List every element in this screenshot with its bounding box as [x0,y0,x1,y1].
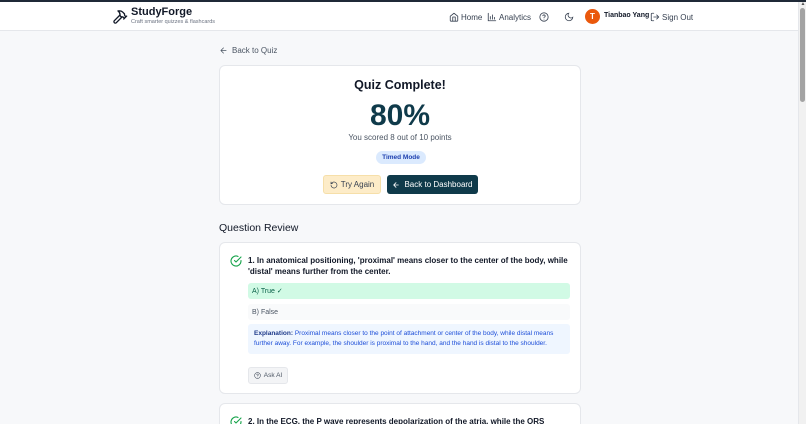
check-circle-icon [230,255,242,267]
bar-chart-icon [487,12,497,22]
question-card: 1. In anatomical positioning, 'proximal'… [219,242,581,394]
scrollbar[interactable]: ▲ [798,2,806,424]
scroll-up-arrow-icon[interactable]: ▲ [800,2,806,7]
nav-home[interactable]: Home [449,9,482,25]
scroll-thumb[interactable] [800,8,805,102]
mode-badge: Timed Mode [376,151,426,164]
back-to-quiz-label: Back to Quiz [232,46,278,55]
nav-analytics[interactable]: Analytics [487,9,531,25]
arrow-left-icon [393,181,400,188]
score-description: You scored 8 out of 10 points [348,133,452,142]
option-b: B) False [248,304,570,320]
moon-icon [564,12,574,22]
summary-title: Quiz Complete! [354,78,446,92]
sign-out-button[interactable]: Sign Out [650,9,693,25]
question-review-title: Question Review [219,222,299,234]
rotate-ccw-icon [330,181,338,188]
back-to-dashboard-button[interactable]: Back to Dashboard [387,175,478,194]
explanation-text: Proximal means closer to the point of at… [254,330,554,347]
explanation-box: Explanation: Proximal means closer to th… [248,324,570,354]
back-to-quiz-link[interactable]: Back to Quiz [219,46,277,55]
help-circle-icon [254,372,261,379]
back-to-dashboard-label: Back to Dashboard [404,180,473,189]
try-again-button[interactable]: Try Again [323,175,381,194]
home-icon [449,12,459,22]
help-button[interactable] [539,9,551,25]
user-name: Tianbao Yang [604,12,650,19]
help-circle-icon [539,12,549,22]
question-text: 1. In anatomical positioning, 'proximal'… [248,256,568,276]
ask-ai-button[interactable]: Ask AI [248,367,288,384]
score-percentage: 80% [369,99,431,132]
app-header: StudyForge Craft smarter quizzes & flash… [0,2,798,31]
log-out-icon [650,12,660,22]
brand[interactable]: StudyForge Craft smarter quizzes & flash… [112,6,215,26]
hammer-logo-icon [113,10,128,24]
nav-analytics-label: Analytics [499,12,532,22]
option-a-correct: A) True ✓ [248,283,570,299]
avatar[interactable]: T [585,9,600,24]
brand-tagline: Craft smarter quizzes & flashcards [131,19,216,25]
quiz-summary-card: Quiz Complete! 80% You scored 8 out of 1… [219,65,581,205]
theme-toggle[interactable] [564,9,576,25]
ask-ai-label: Ask AI [263,372,283,379]
check-circle-icon [230,416,242,424]
question-text: 2. In the ECG, the P wave represents dep… [248,417,545,424]
question-card: 2. In the ECG, the P wave represents dep… [219,403,581,424]
arrow-left-icon [220,47,227,54]
sign-out-label: Sign Out [662,12,694,22]
nav-home-label: Home [461,12,483,22]
explanation-label: Explanation: [254,330,294,337]
try-again-label: Try Again [340,180,375,189]
brand-name: StudyForge [131,6,193,18]
